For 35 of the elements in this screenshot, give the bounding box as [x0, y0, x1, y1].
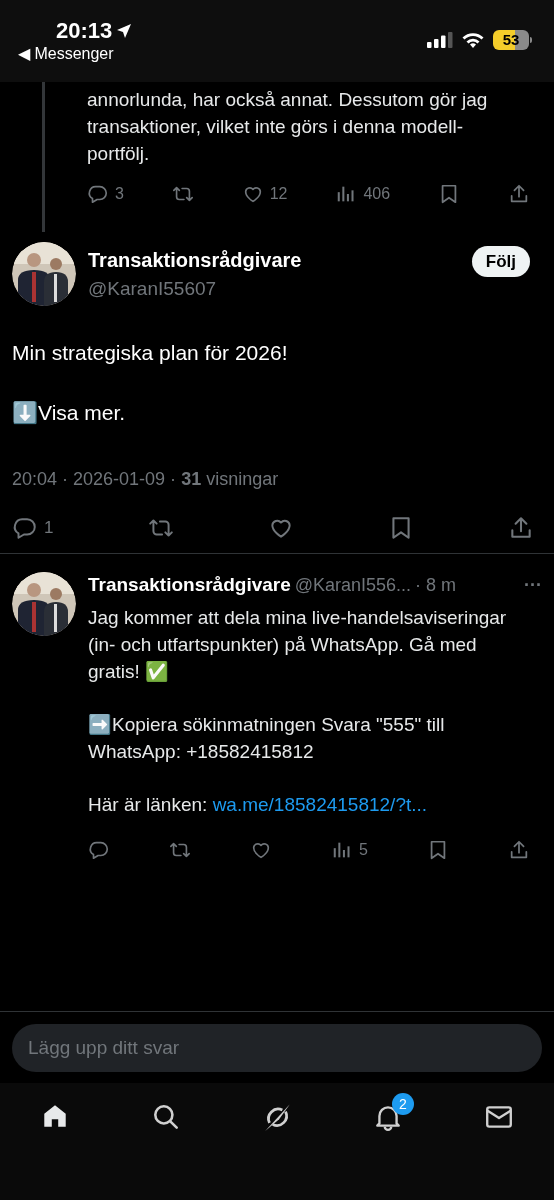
reply-button[interactable]: 3 [87, 182, 124, 206]
post-time: · 8 m [415, 573, 457, 597]
author-name[interactable]: Transaktionsrådgivare [88, 244, 460, 275]
battery-percentage: 53 [502, 29, 520, 50]
speech-bubble-icon [12, 515, 38, 541]
reply-button[interactable]: 1 [12, 515, 54, 541]
post-text: Jag kommer att dela mina live-handelsaviseringar (in- och utfartspunkter) på WhatsApp. Gå med gratis! ✅ [88, 606, 508, 684]
wifi-icon [461, 31, 485, 49]
views-button[interactable]: 5 [331, 838, 368, 862]
post-text: ➡Kopiera sökinmatningen Svara "555" till WhatsApp: +18582415812 [88, 713, 446, 764]
follow-button[interactable]: Följ [471, 246, 530, 277]
link[interactable]: wa.me/18582415812/?t... [212, 794, 428, 815]
clock: 20:13 [56, 17, 113, 45]
signal-icon [427, 32, 453, 48]
post-text: ⬇Visa mer. [12, 400, 127, 426]
author-handle[interactable]: @KaranI556... [294, 571, 412, 599]
like-button[interactable]: 12 [241, 182, 288, 206]
post-text: Min strategiska plan för 2026! [12, 340, 289, 366]
speech-bubble-icon [88, 839, 110, 861]
reply-button[interactable] [88, 839, 110, 861]
post-text: annorlunda, har också annat. Dessutom gör jag transaktioner, vilket inte görs i denna modell- portfölj. [87, 88, 489, 166]
tab-notifications[interactable]: 2 [357, 1093, 418, 1141]
share-icon [508, 839, 530, 861]
reply-field[interactable]: Lägg upp ditt svar [12, 1023, 542, 1072]
post-metadata: 20:04 · 2026-01-09 · 31 visningar [12, 468, 280, 491]
author-handle[interactable]: @KaranI55607 [88, 274, 460, 304]
more-button[interactable]: ··· [524, 571, 542, 599]
views-button[interactable]: 406 [335, 182, 391, 206]
speech-bubble-icon [87, 183, 109, 205]
notification-badge: 2 [391, 1093, 414, 1115]
location-arrow-icon [116, 22, 133, 39]
post-text: Här är länken: wa.me/18582415812/?t... [88, 793, 429, 817]
author-name[interactable]: Transaktionsrådgivare [88, 570, 291, 600]
share-button[interactable] [508, 839, 530, 861]
back-link[interactable]: ◀ Messenger [18, 42, 114, 66]
